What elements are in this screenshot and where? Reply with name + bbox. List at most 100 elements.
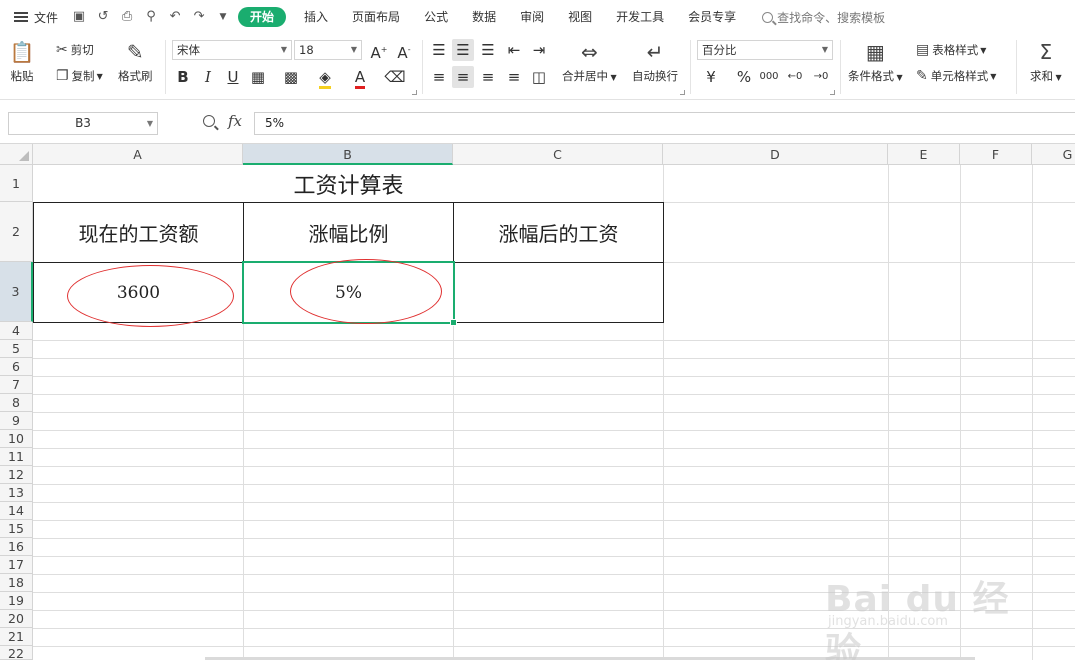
tab-home[interactable]: 开始 xyxy=(238,7,287,27)
row-header-11[interactable]: 11 xyxy=(0,448,33,466)
decrease-indent-icon[interactable]: ⇤ xyxy=(503,39,525,61)
paste-button[interactable]: 📋 粘贴 xyxy=(10,40,35,84)
align-left-icon[interactable]: ≡ xyxy=(428,66,450,88)
align-middle-icon[interactable]: ☰ xyxy=(452,39,474,61)
increase-decimal-icon[interactable]: ←0 xyxy=(784,66,806,88)
tab-formulas[interactable]: 公式 xyxy=(412,7,460,27)
row-header-15[interactable]: 15 xyxy=(0,520,33,538)
border-icon[interactable]: ▦ xyxy=(247,66,269,88)
increase-font-icon[interactable]: A+ xyxy=(368,39,390,62)
select-all-button[interactable] xyxy=(0,144,33,165)
alignment-dialog-launcher-icon[interactable] xyxy=(680,90,685,95)
column-header-e[interactable]: E xyxy=(888,144,960,165)
font-size-select[interactable]: 18 ▼ xyxy=(294,40,362,60)
row-header-19[interactable]: 19 xyxy=(0,592,33,610)
column-header-b[interactable]: B xyxy=(243,144,453,165)
eraser-icon[interactable]: ⌫ xyxy=(384,66,406,88)
preview-icon[interactable]: ⚲ xyxy=(144,10,158,24)
redo-icon[interactable]: ↷ xyxy=(192,10,206,24)
format-painter-button[interactable]: ✎ 格式刷 xyxy=(118,40,153,84)
row-header-6[interactable]: 6 xyxy=(0,358,33,376)
column-header-f[interactable]: F xyxy=(960,144,1032,165)
decrease-decimal-icon[interactable]: →0 xyxy=(810,66,832,88)
column-header-d[interactable]: D xyxy=(663,144,888,165)
table-style-button[interactable]: ▤ 表格样式 ▼ xyxy=(916,42,986,58)
currency-icon[interactable]: ¥ xyxy=(700,66,722,88)
align-top-icon[interactable]: ☰ xyxy=(428,39,450,61)
row-header-2[interactable]: 2 xyxy=(0,202,33,262)
align-bottom-icon[interactable]: ☰ xyxy=(477,39,499,61)
percent-icon[interactable]: % xyxy=(733,66,755,88)
copy-button[interactable]: ❐ 复制 ▼ xyxy=(56,68,103,84)
thousands-separator-icon[interactable]: 000 xyxy=(758,66,780,88)
column-header-c[interactable]: C xyxy=(453,144,663,165)
fill-color-icon[interactable]: ◈ xyxy=(314,66,336,89)
row-header-17[interactable]: 17 xyxy=(0,556,33,574)
font-dialog-launcher-icon[interactable] xyxy=(412,90,417,95)
conditional-format-button[interactable]: ▦ 条件格式 ▼ xyxy=(848,40,903,84)
align-center-icon[interactable]: ≡ xyxy=(452,66,474,88)
distribute-icon[interactable]: ◫ xyxy=(528,66,550,88)
tab-data[interactable]: 数据 xyxy=(460,7,508,27)
header-cell-new-salary[interactable]: 涨幅后的工资 xyxy=(453,202,664,263)
sheet-title-cell[interactable]: 工资计算表 xyxy=(33,165,664,202)
merge-center-button[interactable]: ⇔ 合并居中 ▼ xyxy=(562,40,617,84)
row-header-22[interactable]: 22 xyxy=(0,646,33,660)
cut-button[interactable]: ✂ 剪切 xyxy=(56,42,94,58)
print-icon[interactable]: ⎙ xyxy=(120,10,134,24)
cell-b3[interactable]: 5% xyxy=(243,262,454,323)
italic-button[interactable]: I xyxy=(197,66,219,88)
row-header-13[interactable]: 13 xyxy=(0,484,33,502)
cell-a3[interactable]: 3600 xyxy=(33,262,244,323)
header-cell-raise-ratio[interactable]: 涨幅比例 xyxy=(243,202,454,263)
chevron-down-icon[interactable]: ▼ xyxy=(216,10,230,24)
row-header-9[interactable]: 9 xyxy=(0,412,33,430)
row-header-8[interactable]: 8 xyxy=(0,394,33,412)
row-header-3[interactable]: 3 xyxy=(0,262,33,322)
cell-c3[interactable] xyxy=(453,262,664,323)
bold-button[interactable]: B xyxy=(172,66,194,88)
header-cell-current-salary[interactable]: 现在的工资额 xyxy=(33,202,244,263)
row-header-21[interactable]: 21 xyxy=(0,628,33,646)
increase-indent-icon[interactable]: ⇥ xyxy=(528,39,550,61)
name-box[interactable]: B3 ▼ xyxy=(8,112,158,135)
font-color-icon[interactable]: A xyxy=(349,66,371,89)
number-dialog-launcher-icon[interactable] xyxy=(830,90,835,95)
number-format-select[interactable]: 百分比 ▼ xyxy=(697,40,833,60)
tab-insert[interactable]: 插入 xyxy=(292,7,340,27)
tab-review[interactable]: 审阅 xyxy=(508,7,556,27)
row-header-18[interactable]: 18 xyxy=(0,574,33,592)
row-header-7[interactable]: 7 xyxy=(0,376,33,394)
font-name-select[interactable]: 宋体 ▼ xyxy=(172,40,292,60)
tab-developer[interactable]: 开发工具 xyxy=(604,7,676,27)
column-header-g[interactable]: G xyxy=(1032,144,1075,165)
row-header-20[interactable]: 20 xyxy=(0,610,33,628)
command-search[interactable]: 查找命令、搜索模板 xyxy=(762,9,885,26)
print-preview-icon[interactable]: ↺ xyxy=(96,10,110,24)
file-menu[interactable]: 文件 xyxy=(14,9,58,26)
column-header-a[interactable]: A xyxy=(33,144,243,165)
undo-icon[interactable]: ↶ xyxy=(168,10,182,24)
row-header-12[interactable]: 12 xyxy=(0,466,33,484)
tab-page-layout[interactable]: 页面布局 xyxy=(340,7,412,27)
tab-view[interactable]: 视图 xyxy=(556,7,604,27)
wrap-text-button[interactable]: ↵ 自动换行 xyxy=(632,40,678,84)
align-right-icon[interactable]: ≡ xyxy=(477,66,499,88)
zoom-icon[interactable] xyxy=(203,115,215,127)
fill-pattern-icon[interactable]: ▩ xyxy=(280,66,302,88)
row-header-5[interactable]: 5 xyxy=(0,340,33,358)
cell-style-button[interactable]: ✎ 单元格样式 ▼ xyxy=(916,68,996,84)
underline-button[interactable]: U xyxy=(222,66,244,88)
decrease-font-icon[interactable]: A- xyxy=(393,39,415,62)
row-header-10[interactable]: 10 xyxy=(0,430,33,448)
justify-icon[interactable]: ≡ xyxy=(503,66,525,88)
formula-input[interactable]: 5% xyxy=(254,112,1075,135)
function-icon[interactable]: fx xyxy=(228,112,242,130)
save-icon[interactable]: ▣ xyxy=(72,10,86,24)
row-header-16[interactable]: 16 xyxy=(0,538,33,556)
sum-button[interactable]: Σ 求和 ▼ xyxy=(1030,40,1062,84)
tab-member[interactable]: 会员专享 xyxy=(676,7,748,27)
row-header-1[interactable]: 1 xyxy=(0,165,33,202)
row-header-14[interactable]: 14 xyxy=(0,502,33,520)
row-header-4[interactable]: 4 xyxy=(0,322,33,340)
